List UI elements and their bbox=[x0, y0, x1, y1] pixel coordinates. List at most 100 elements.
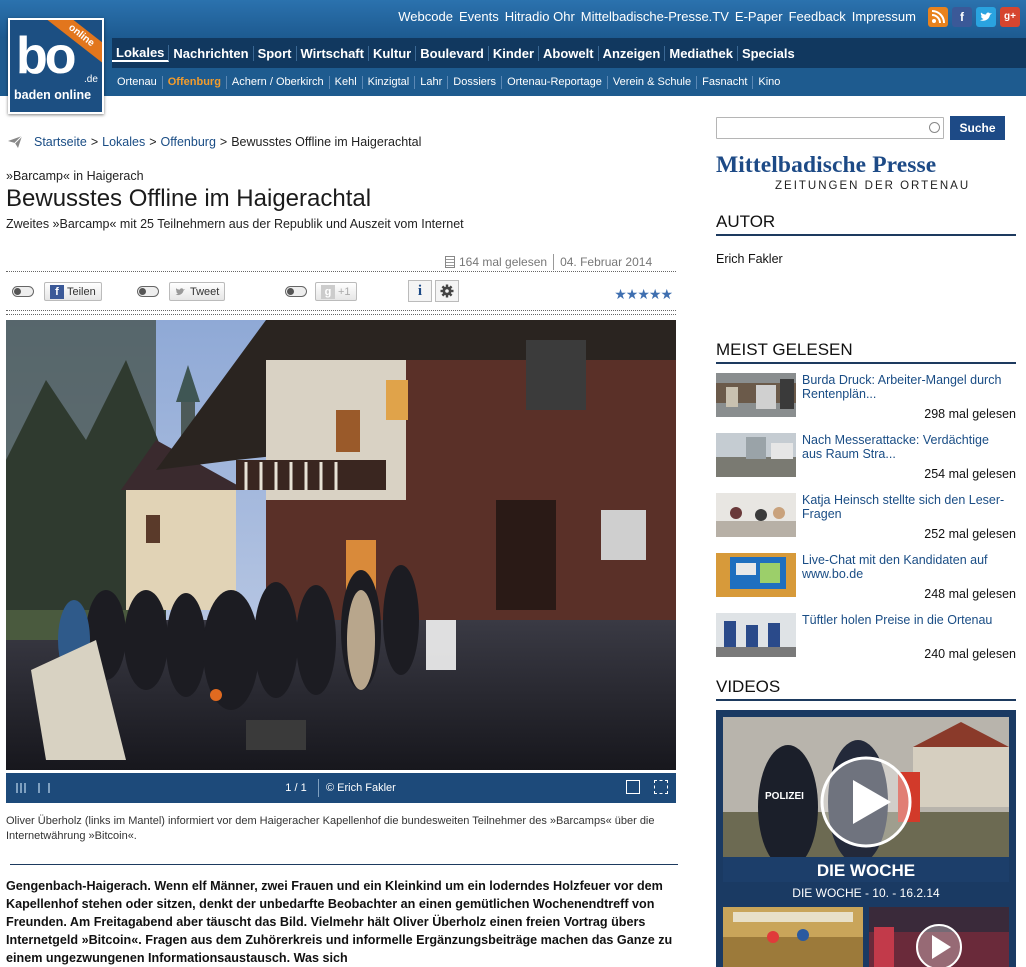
google-plus-icon[interactable]: g+ bbox=[1000, 7, 1020, 27]
most-read-item[interactable]: Katja Heinsch stellte sich den Leser-Fra… bbox=[716, 493, 1016, 541]
most-read-count: 248 mal gelesen bbox=[924, 587, 1016, 601]
most-read-item[interactable]: Tüftler holen Preise in die Ortenau 240 … bbox=[716, 613, 1016, 661]
google-plus-button[interactable]: g +1 bbox=[315, 282, 357, 301]
tweet-label: Tweet bbox=[190, 285, 220, 298]
gallery-counter: 1 / 1 bbox=[285, 782, 307, 794]
logo-subtitle: baden online bbox=[14, 88, 92, 102]
most-read-count: 252 mal gelesen bbox=[924, 527, 1016, 541]
most-read-thumbnail bbox=[716, 373, 796, 417]
most-read-title[interactable]: Live-Chat mit den Kandidaten auf www.bo.… bbox=[802, 553, 1012, 581]
nav-wirtschaft[interactable]: Wirtschaft bbox=[297, 45, 369, 61]
gallery-divider bbox=[318, 779, 319, 797]
subnav-ortenau[interactable]: Ortenau bbox=[112, 75, 163, 89]
share-bar: f Teilen Tweet g +1 i ★★★★★ bbox=[6, 280, 676, 306]
site-header: Webcode Events Hitradio Ohr Mittelbadisc… bbox=[0, 0, 1026, 96]
subnav-kehl[interactable]: Kehl bbox=[330, 75, 363, 89]
gear-icon bbox=[440, 284, 454, 298]
service-link-impressum[interactable]: Impressum bbox=[852, 9, 916, 24]
nav-mediathek[interactable]: Mediathek bbox=[665, 45, 738, 61]
nav-anzeigen[interactable]: Anzeigen bbox=[599, 45, 666, 61]
subnav-fasnacht[interactable]: Fasnacht bbox=[697, 75, 754, 89]
video-caption[interactable]: DIE WOCHE - 10. - 16.2.14 bbox=[716, 886, 1016, 900]
nav-abowelt[interactable]: Abowelt bbox=[539, 45, 599, 61]
fullscreen-icon[interactable] bbox=[654, 780, 668, 794]
video-frame: POLIZEI DIE WOCHE bbox=[723, 717, 1009, 882]
video-player[interactable]: POLIZEI DIE WOCHE bbox=[723, 717, 1009, 882]
info-button[interactable]: i bbox=[408, 280, 432, 302]
service-link-epaper[interactable]: E-Paper bbox=[735, 9, 783, 24]
photo-scene bbox=[6, 320, 676, 770]
google-icon: g bbox=[321, 284, 335, 299]
nav-specials[interactable]: Specials bbox=[738, 46, 799, 61]
subnav-kinzigtal[interactable]: Kinzigtal bbox=[363, 75, 416, 89]
most-read-item[interactable]: Burda Druck: Arbeiter-Mangel durch Rente… bbox=[716, 373, 1016, 421]
service-link-tv[interactable]: Mittelbadische-Presse.TV bbox=[581, 9, 729, 24]
document-icon bbox=[445, 256, 455, 268]
facebook-share-button[interactable]: f Teilen bbox=[44, 282, 102, 301]
video-thumbnail[interactable] bbox=[723, 907, 863, 967]
breadcrumb-separator: > bbox=[149, 135, 157, 149]
subnav-dossiers[interactable]: Dossiers bbox=[448, 75, 503, 89]
most-read-title[interactable]: Katja Heinsch stellte sich den Leser-Fra… bbox=[802, 493, 1012, 521]
popout-icon[interactable] bbox=[626, 780, 640, 794]
brand-title[interactable]: Mittelbadische Presse bbox=[716, 152, 936, 179]
breadcrumb-offenburg[interactable]: Offenburg bbox=[161, 135, 216, 149]
nav-nachrichten[interactable]: Nachrichten bbox=[169, 45, 254, 61]
gallery-nav bbox=[6, 773, 66, 803]
rating-stars[interactable]: ★★★★★ bbox=[614, 286, 673, 303]
settings-button[interactable] bbox=[435, 280, 459, 302]
subnav-verein-schule[interactable]: Verein & Schule bbox=[608, 75, 698, 89]
facebook-icon[interactable]: f bbox=[952, 7, 972, 27]
facebook-icon: f bbox=[50, 284, 64, 299]
photo-caption: Oliver Überholz (links im Mantel) inform… bbox=[6, 815, 655, 842]
video-thumbnail[interactable] bbox=[869, 907, 1009, 967]
most-read-thumbnail bbox=[716, 493, 796, 537]
service-link-events[interactable]: Events bbox=[459, 9, 499, 24]
google-plus-label: +1 bbox=[338, 285, 351, 298]
pause-icon[interactable] bbox=[38, 783, 50, 793]
most-read-title[interactable]: Burda Druck: Arbeiter-Mangel durch Rente… bbox=[802, 373, 1012, 401]
subnav-achern-oberkirch[interactable]: Achern / Oberkirch bbox=[227, 75, 330, 89]
rss-icon[interactable] bbox=[928, 7, 948, 27]
subnav-lahr[interactable]: Lahr bbox=[415, 75, 449, 89]
logo-wordmark: bo bbox=[16, 27, 77, 85]
subnav-kino[interactable]: Kino bbox=[753, 76, 785, 89]
search-input[interactable] bbox=[716, 117, 944, 139]
search-button[interactable]: Suche bbox=[950, 116, 1005, 140]
breadcrumb-startseite[interactable]: Startseite bbox=[34, 135, 87, 149]
service-link-webcode[interactable]: Webcode bbox=[398, 9, 453, 24]
social-icons: f g+ bbox=[928, 7, 1020, 27]
main-nav: Lokales Nachrichten Sport Wirtschaft Kul… bbox=[112, 38, 1026, 68]
breadcrumb-lokales[interactable]: Lokales bbox=[102, 135, 145, 149]
subnav-offenburg[interactable]: Offenburg bbox=[163, 75, 227, 89]
nav-lokales[interactable]: Lokales bbox=[112, 44, 170, 62]
site-logo[interactable]: online bo .de baden online bbox=[8, 18, 104, 114]
most-read-title[interactable]: Nach Messerattacke: Verdächtige aus Raum… bbox=[802, 433, 1012, 461]
divider bbox=[6, 314, 676, 315]
subnav-ortenau-reportage[interactable]: Ortenau-Reportage bbox=[502, 75, 608, 89]
facebook-toggle[interactable] bbox=[12, 286, 34, 297]
nav-kultur[interactable]: Kultur bbox=[369, 45, 417, 61]
author-name[interactable]: Erich Fakler bbox=[716, 252, 783, 266]
author-heading: AUTOR bbox=[716, 212, 1016, 236]
nav-kinder[interactable]: Kinder bbox=[489, 45, 539, 61]
nav-boulevard[interactable]: Boulevard bbox=[416, 45, 489, 61]
article-kicker: »Barcamp« in Haigerach bbox=[6, 169, 144, 183]
nav-sport[interactable]: Sport bbox=[254, 45, 297, 61]
article-photo[interactable] bbox=[6, 320, 676, 770]
service-link-feedback[interactable]: Feedback bbox=[789, 9, 846, 24]
service-link-hitradio[interactable]: Hitradio Ohr bbox=[505, 9, 575, 24]
most-read-title[interactable]: Tüftler holen Preise in die Ortenau bbox=[802, 613, 1012, 627]
tweet-button[interactable]: Tweet bbox=[169, 282, 226, 301]
read-count: 164 mal gelesen bbox=[459, 255, 548, 269]
breadcrumb: Startseite > Lokales > Offenburg > Bewus… bbox=[8, 135, 421, 149]
grid-icon[interactable] bbox=[16, 783, 28, 793]
twitter-toggle[interactable] bbox=[137, 286, 159, 297]
sub-nav: Ortenau Offenburg Achern / Oberkirch Keh… bbox=[112, 70, 1026, 94]
most-read-item[interactable]: Nach Messerattacke: Verdächtige aus Raum… bbox=[716, 433, 1016, 481]
google-toggle[interactable] bbox=[285, 286, 307, 297]
most-read-count: 254 mal gelesen bbox=[924, 467, 1016, 481]
most-read-item[interactable]: Live-Chat mit den Kandidaten auf www.bo.… bbox=[716, 553, 1016, 601]
twitter-icon[interactable] bbox=[976, 7, 996, 27]
video-box: POLIZEI DIE WOCHE DIE WOCHE - 10. - 16.2… bbox=[716, 710, 1016, 967]
